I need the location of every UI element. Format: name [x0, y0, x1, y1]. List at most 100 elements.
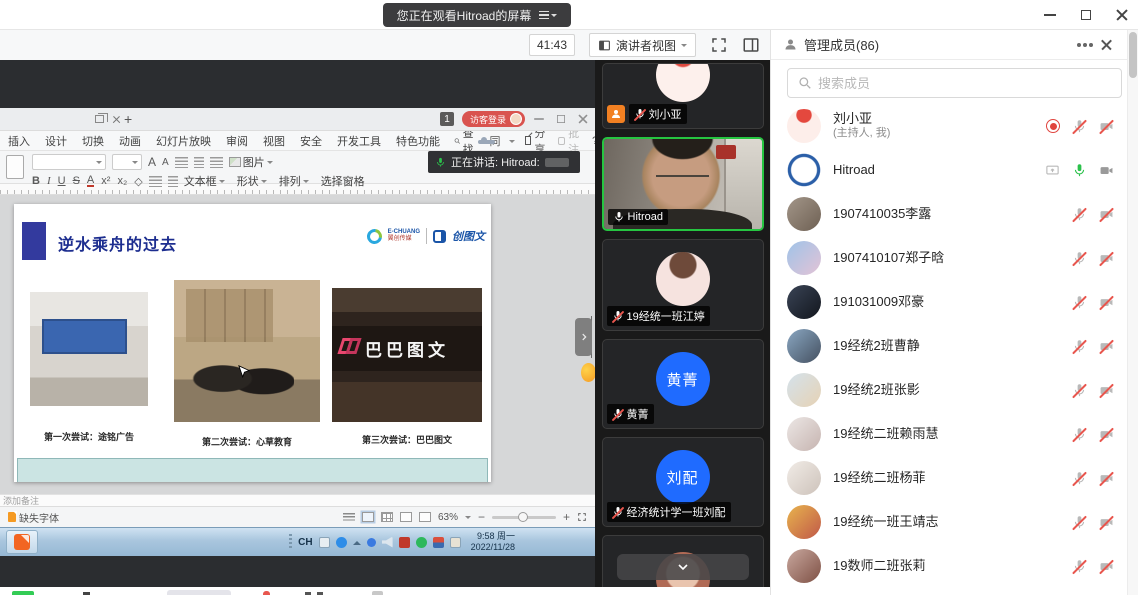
panel-scrollbar-thumb[interactable]: [1129, 32, 1137, 78]
camera-icon[interactable]: [1099, 559, 1114, 574]
view-mode-dropdown[interactable]: 演讲者视图: [589, 33, 696, 57]
video-tile[interactable]: 刘小亚: [602, 63, 764, 129]
camera-icon[interactable]: [1099, 295, 1114, 310]
keyboard-icon[interactable]: [319, 537, 330, 548]
mic-icon[interactable]: [1072, 295, 1087, 310]
menu-item[interactable]: 切换: [82, 133, 104, 149]
panel-close-button[interactable]: [1101, 39, 1112, 50]
wps-close-icon[interactable]: [578, 114, 588, 124]
mic-button-partial[interactable]: [12, 591, 34, 595]
member-row[interactable]: Hitroad: [771, 148, 1138, 192]
toolbar-dropdown[interactable]: 文本框: [184, 173, 225, 189]
format-button[interactable]: I: [47, 175, 51, 187]
align-justify-icon[interactable]: [149, 176, 162, 187]
camera-icon[interactable]: [1099, 251, 1114, 266]
wps-taskbar-button[interactable]: [6, 530, 38, 554]
member-row[interactable]: 刘小亚 (主持人, 我): [771, 104, 1138, 148]
menu-item[interactable]: 安全: [300, 133, 322, 149]
tray-expand-icon[interactable]: [353, 537, 361, 545]
slide-editing-area[interactable]: 逆水乘舟的过去 E-CHUANG 翼创传媒 创图文: [0, 195, 595, 494]
language-indicator[interactable]: CH: [298, 537, 312, 548]
format-button[interactable]: x²: [101, 175, 110, 187]
video-tile[interactable]: 19经统一班江婷: [602, 239, 764, 331]
side-panel-toggle-icon[interactable]: [742, 36, 760, 54]
mic-icon[interactable]: [1072, 383, 1087, 398]
minimize-button[interactable]: [1044, 9, 1056, 21]
camera-icon[interactable]: [1099, 515, 1114, 530]
member-row[interactable]: 191031009邓豪: [771, 280, 1138, 324]
panel-scrollbar[interactable]: [1127, 30, 1138, 595]
camera-icon[interactable]: [1099, 207, 1114, 222]
mic-icon[interactable]: [1072, 559, 1087, 574]
notes-bar[interactable]: 添加备注: [0, 494, 595, 506]
member-search-box[interactable]: [787, 68, 1122, 98]
close-tab-icon[interactable]: [112, 115, 121, 124]
menu-item[interactable]: 设计: [45, 133, 67, 149]
menu-item[interactable]: 插入: [8, 133, 30, 149]
wps-minimize-icon[interactable]: [534, 114, 544, 124]
mic-icon[interactable]: [1072, 119, 1087, 134]
mic-icon[interactable]: [1072, 251, 1087, 266]
video-tile[interactable]: Hitroad: [602, 137, 764, 231]
mic-icon[interactable]: [1072, 471, 1087, 486]
mic-icon[interactable]: [1072, 339, 1087, 354]
watching-banner[interactable]: 您正在观看Hitroad的屏幕: [383, 3, 571, 27]
share-button-partial[interactable]: [167, 590, 231, 595]
toolbar-dropdown[interactable]: 排列: [279, 173, 309, 189]
paste-icon[interactable]: [6, 155, 24, 179]
format-button[interactable]: U: [58, 175, 66, 187]
taskbar-clock[interactable]: 9:58 周一 2022/11/28: [471, 531, 515, 554]
menu-item[interactable]: 特色功能: [396, 133, 440, 149]
member-row[interactable]: 19数师二班张莉: [771, 544, 1138, 588]
align-center-icon[interactable]: [194, 157, 204, 168]
wps-restore-icon[interactable]: [556, 114, 566, 124]
menu-item[interactable]: 视图: [263, 133, 285, 149]
zoom-slider-knob[interactable]: [518, 512, 528, 522]
zoom-slider[interactable]: [492, 516, 556, 519]
wps-assistant-icon[interactable]: [581, 363, 595, 382]
video-tile[interactable]: 刘配 经济统计学一班刘配: [602, 437, 764, 527]
tab-window-icons[interactable]: [95, 115, 121, 124]
volume-icon[interactable]: [382, 537, 393, 548]
font-size-select[interactable]: [112, 154, 142, 170]
reading-view-icon[interactable]: [400, 512, 412, 522]
app-tray-icon[interactable]: [367, 538, 376, 547]
menu-item[interactable]: 幻灯片放映: [156, 133, 211, 149]
guest-login-button[interactable]: 访客登录: [462, 111, 525, 127]
insert-picture-dropdown[interactable]: 图片: [229, 154, 273, 170]
collapse-panel-handle[interactable]: [575, 318, 592, 356]
camera-icon[interactable]: [1099, 163, 1114, 178]
toolbar-icon-partial[interactable]: [372, 591, 383, 595]
slideshow-icon[interactable]: [419, 512, 431, 522]
camera-icon[interactable]: [1099, 427, 1114, 442]
action-center-flag-icon[interactable]: [433, 537, 444, 548]
member-search-input[interactable]: [818, 76, 1111, 91]
member-row[interactable]: 19经统2班张影: [771, 368, 1138, 412]
close-button[interactable]: [1116, 9, 1128, 21]
camera-icon[interactable]: [1099, 119, 1114, 134]
mic-icon[interactable]: [1072, 515, 1087, 530]
video-tile[interactable]: [602, 535, 764, 587]
camera-icon[interactable]: [1099, 339, 1114, 354]
panel-more-button[interactable]: [1083, 43, 1087, 47]
zoom-level[interactable]: 63%: [438, 512, 458, 523]
mic-icon[interactable]: [1072, 427, 1087, 442]
mic-icon[interactable]: [1072, 163, 1087, 178]
format-button[interactable]: S: [73, 175, 80, 187]
security-tray-icon[interactable]: [399, 537, 410, 548]
toolbar-dropdown[interactable]: 形状: [237, 173, 267, 189]
new-tab-button[interactable]: +: [124, 111, 132, 127]
toolbar-dropdown[interactable]: 选择窗格: [321, 173, 365, 189]
bullet-list-icon[interactable]: [210, 157, 223, 168]
zoom-in-button[interactable]: +: [563, 510, 570, 524]
record-button-partial[interactable]: [263, 591, 270, 595]
member-row[interactable]: 19经统二班赖雨慧: [771, 412, 1138, 456]
qq-icon[interactable]: [336, 537, 347, 548]
banner-menu-icon[interactable]: [539, 11, 557, 20]
normal-view-icon[interactable]: [362, 512, 374, 522]
scroll-down-button[interactable]: [617, 554, 749, 580]
fit-screen-icon[interactable]: [577, 512, 587, 522]
missing-font-label[interactable]: 缺失字体: [19, 510, 59, 525]
format-button[interactable]: ◇: [134, 175, 142, 188]
format-button[interactable]: A: [87, 175, 94, 187]
